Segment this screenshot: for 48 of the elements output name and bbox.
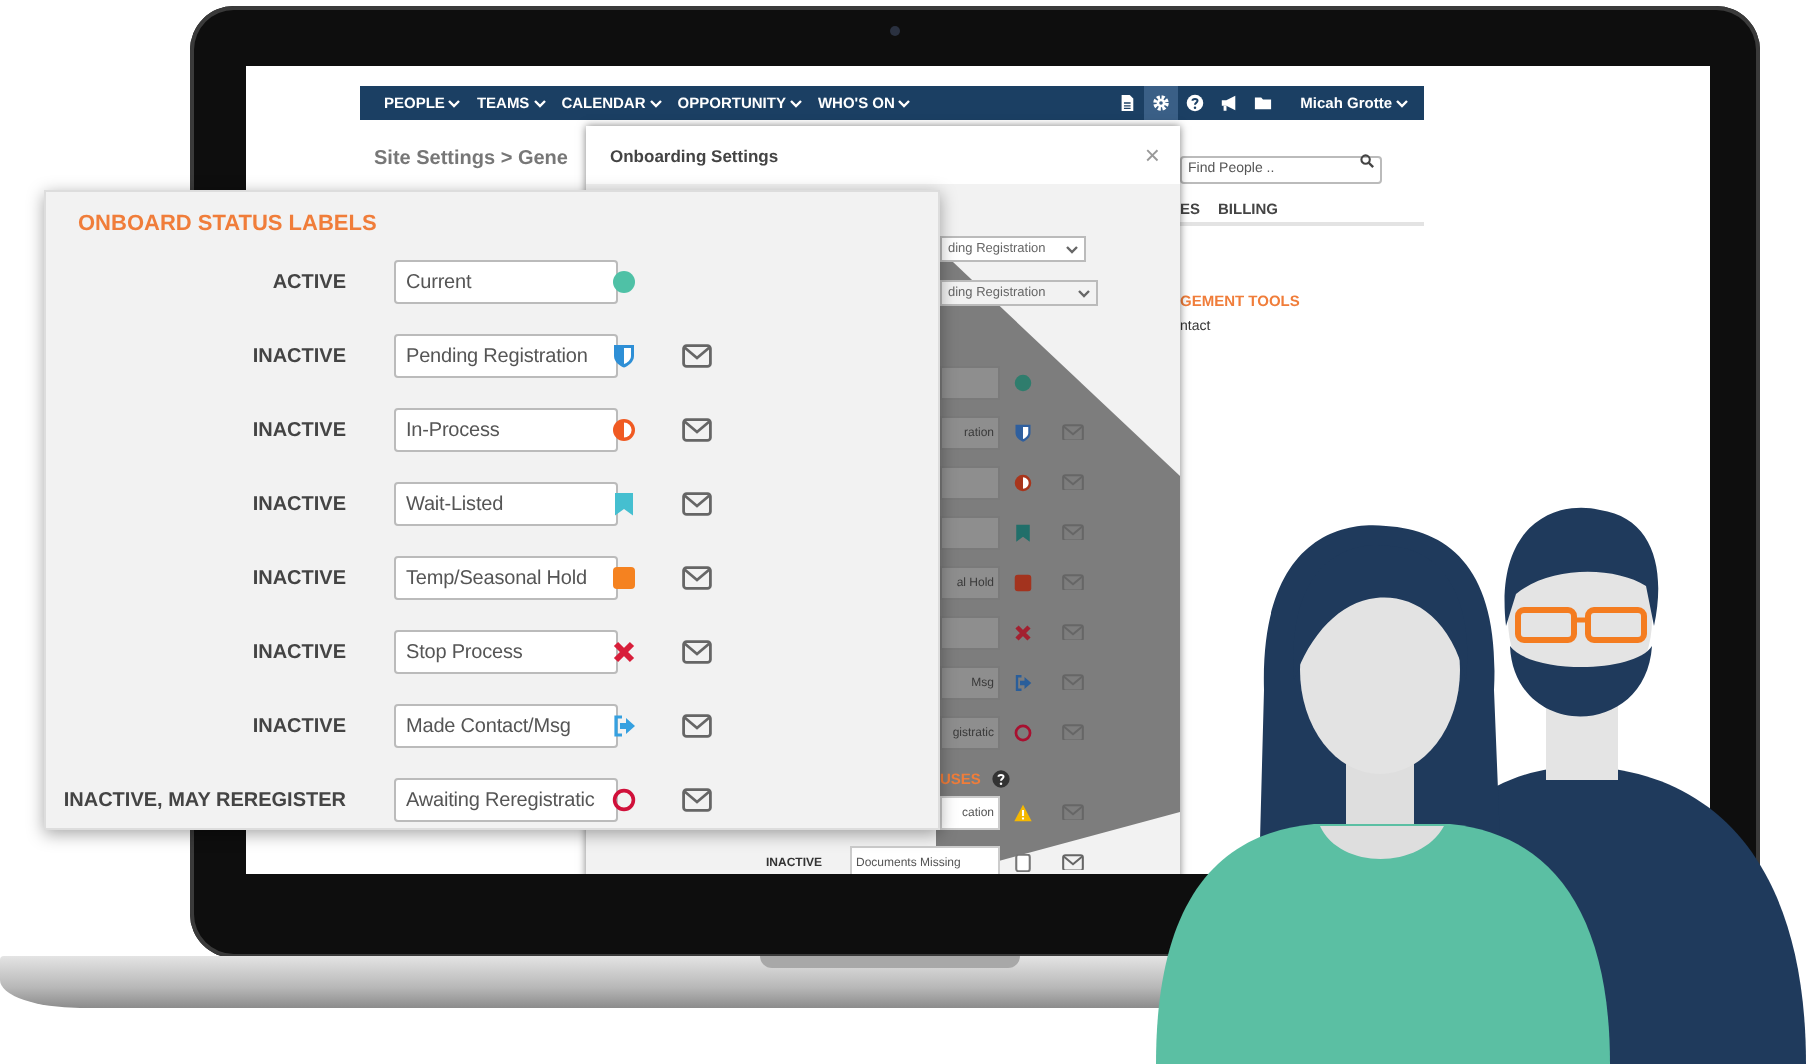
chevron-icon xyxy=(649,99,662,107)
search-icon xyxy=(1360,153,1374,167)
status-label: INACTIVE xyxy=(252,567,346,589)
breadcrumb: Site Settings > Gene xyxy=(374,148,568,170)
mail-icon[interactable] xyxy=(682,787,712,811)
chevron-icon xyxy=(789,99,802,107)
chevron-icon xyxy=(1078,289,1090,297)
mail-icon[interactable] xyxy=(682,565,712,589)
label-field[interactable]: Awaiting Reregistratic xyxy=(394,778,618,822)
settings-icon xyxy=(1152,94,1171,112)
callout-title: ONBOARD STATUS LABELS xyxy=(78,212,379,236)
mail-icon[interactable] xyxy=(682,713,712,737)
status-label: INACTIVE xyxy=(252,493,346,515)
dialog-title: Onboarding Settings xyxy=(610,145,779,165)
folder-icon xyxy=(1254,94,1273,112)
document-icon xyxy=(1118,94,1137,112)
toolbar-button[interactable] xyxy=(1144,86,1179,120)
label-field[interactable]: In-Process xyxy=(394,408,618,452)
chevron-icon xyxy=(1066,245,1078,253)
mail-icon[interactable] xyxy=(682,491,712,515)
mail-icon[interactable] xyxy=(682,639,712,663)
megaphone-icon xyxy=(1220,94,1239,112)
mail-icon[interactable] xyxy=(682,417,712,441)
label-field[interactable]: Made Contact/Msg xyxy=(394,704,618,748)
label-field[interactable] xyxy=(940,516,1000,550)
label-field[interactable] xyxy=(940,466,1000,500)
label-field[interactable] xyxy=(940,366,1000,400)
camera-dot xyxy=(890,26,900,36)
chevron-icon xyxy=(1396,99,1408,107)
label-field[interactable]: Current xyxy=(394,260,618,304)
help-icon[interactable] xyxy=(992,770,1011,788)
chevron-icon xyxy=(448,99,461,107)
label-field[interactable]: Temp/Seasonal Hold xyxy=(394,556,618,600)
label-field[interactable]: Stop Process xyxy=(394,630,618,674)
help-icon xyxy=(1186,94,1205,112)
chevron-icon xyxy=(898,99,911,107)
status-label: ACTIVE xyxy=(272,271,346,293)
status-label: INACTIVE xyxy=(252,419,346,441)
label-field[interactable]: Pending Registration xyxy=(394,334,618,378)
status-label: INACTIVE xyxy=(252,715,346,737)
status-label: INACTIVE xyxy=(252,345,346,367)
mail-icon[interactable] xyxy=(682,343,712,367)
mail-icon[interactable] xyxy=(1061,853,1083,871)
label-field[interactable]: Wait-Listed xyxy=(394,482,618,526)
chevron-icon xyxy=(533,99,546,107)
label-field[interactable] xyxy=(940,616,1000,650)
status-label: INACTIVE, MAY REREGISTER xyxy=(63,789,346,811)
status-label: INACTIVE xyxy=(252,641,346,663)
